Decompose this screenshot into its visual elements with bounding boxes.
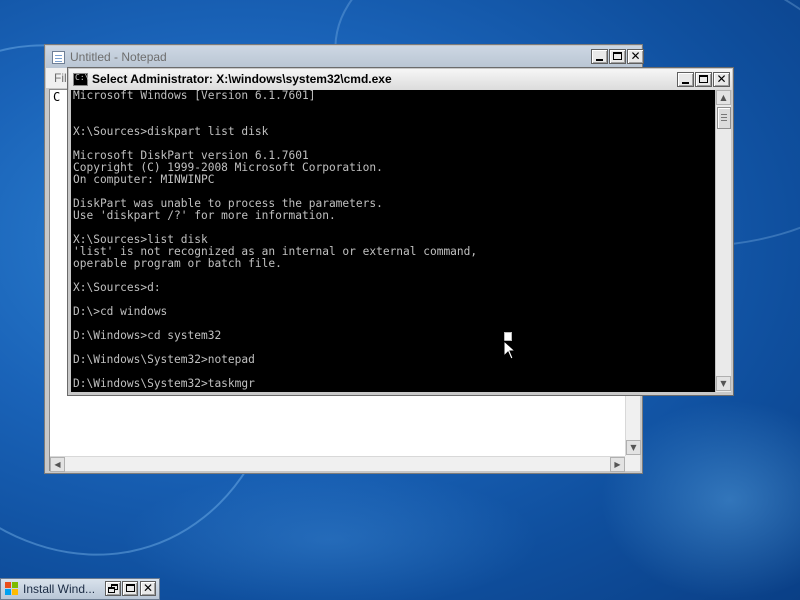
menu-file[interactable]: Fil: [54, 71, 67, 85]
notepad-titlebar[interactable]: Untitled - Notepad ✕: [46, 46, 644, 68]
install-maximize-button[interactable]: [122, 581, 138, 596]
scroll-down-arrow-icon[interactable]: ▼: [626, 440, 641, 455]
console-line: On computer: MINWINPC: [73, 173, 215, 186]
install-window-title: Install Wind...: [23, 582, 96, 596]
mouse-pointer-icon: [503, 340, 517, 360]
cmd-vertical-scrollbar[interactable]: ▲ ▼: [715, 90, 731, 392]
cmd-maximize-button[interactable]: [695, 72, 712, 87]
notepad-close-button[interactable]: ✕: [627, 49, 644, 64]
install-close-button[interactable]: ✕: [140, 581, 156, 596]
notepad-maximize-button[interactable]: [609, 49, 626, 64]
wallpaper-glow: [120, 470, 540, 600]
console-line: X:\Sources>diskpart list disk: [73, 125, 269, 138]
scroll-right-arrow-icon[interactable]: ▶: [610, 457, 625, 472]
console-line: D:\Windows\System32>notepad: [73, 353, 255, 366]
restore-icon: [108, 587, 115, 593]
minimized-install-window[interactable]: Install Wind... ✕: [0, 578, 160, 600]
close-icon: ✕: [142, 581, 154, 595]
notepad-text: C: [53, 90, 61, 104]
console-line: D:\>cd windows: [73, 305, 168, 318]
notepad-minimize-button[interactable]: [591, 49, 608, 64]
install-restore-button[interactable]: [105, 581, 121, 596]
console-line: X:\Sources>d:: [73, 281, 161, 294]
maximize-icon: [126, 584, 135, 592]
close-icon: ✕: [630, 49, 641, 63]
cmd-minimize-button[interactable]: [677, 72, 694, 87]
minimize-icon: [682, 82, 689, 84]
cmd-title: Select Administrator: X:\windows\system3…: [92, 72, 392, 86]
cmd-app-icon: C:\: [73, 73, 90, 86]
scroll-left-arrow-icon[interactable]: ◀: [50, 457, 65, 472]
cmd-icon-text: C:\: [75, 73, 90, 82]
windows-logo-icon: [5, 582, 18, 595]
maximize-icon: [613, 52, 622, 60]
console-line: Microsoft Windows [Version 6.1.7601]: [73, 90, 316, 102]
console-line: D:\Windows\System32>taskmgr: [73, 377, 255, 390]
maximize-icon: [699, 75, 708, 83]
notepad-title: Untitled - Notepad: [70, 50, 167, 64]
console-line: D:\Windows>cd system32: [73, 329, 222, 342]
minimize-icon: [596, 59, 603, 61]
notepad-app-icon: [52, 51, 65, 64]
scroll-up-arrow-icon[interactable]: ▲: [716, 90, 731, 105]
cmd-console-output[interactable]: Microsoft Windows [Version 6.1.7601] X:\S…: [71, 90, 715, 392]
cmd-titlebar[interactable]: C:\ Select Administrator: X:\windows\sys…: [69, 69, 732, 90]
scroll-down-arrow-icon[interactable]: ▼: [716, 376, 731, 391]
cmd-window[interactable]: C:\ Select Administrator: X:\windows\sys…: [67, 67, 734, 396]
console-line: operable program or batch file.: [73, 257, 282, 270]
cmd-close-button[interactable]: ✕: [713, 72, 730, 87]
close-icon: ✕: [716, 72, 727, 86]
console-line: Use 'diskpart /?' for more information.: [73, 209, 336, 222]
resize-grip-icon[interactable]: [625, 456, 640, 471]
cmd-scrollbar-thumb[interactable]: [717, 107, 731, 129]
notepad-horizontal-scrollbar[interactable]: ◀ ▶: [50, 456, 625, 472]
